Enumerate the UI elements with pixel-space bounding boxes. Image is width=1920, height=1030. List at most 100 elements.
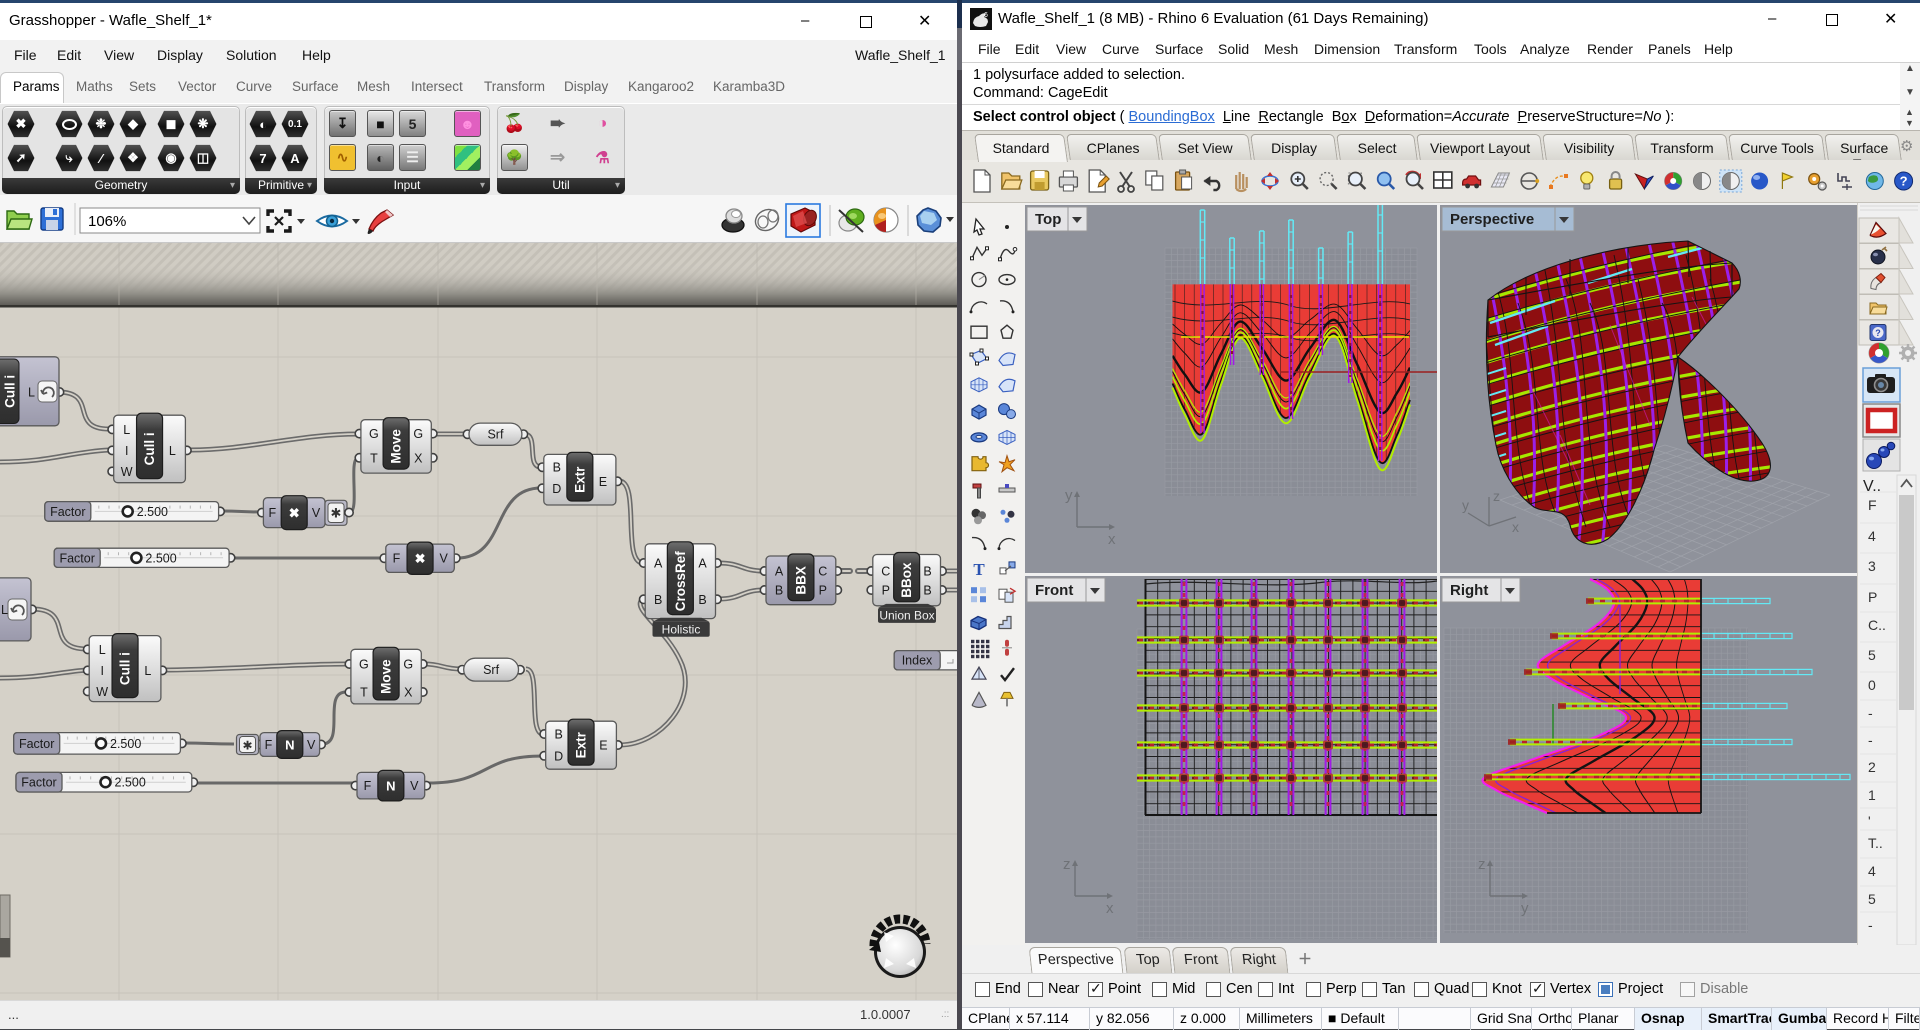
svg-text:Front: Front [1035,582,1073,599]
svg-text:Perspective: Perspective [1450,211,1534,228]
svg-text:W: W [121,465,133,479]
svg-text:Union Box: Union Box [879,609,934,623]
svg-text:I: I [125,444,128,458]
svg-text:N: N [386,779,395,794]
svg-text:B: B [923,584,931,598]
svg-text:L: L [28,386,35,400]
svg-text:G: G [403,658,413,672]
svg-text:A: A [775,565,784,579]
svg-text:2.500: 2.500 [145,551,176,565]
svg-text:2.500: 2.500 [110,737,141,751]
svg-text:L: L [169,444,176,458]
svg-text:B: B [555,728,563,742]
svg-text:F: F [364,779,372,793]
svg-text:N: N [285,738,294,753]
svg-text:-: - [1868,732,1873,748]
svg-text:L: L [123,423,130,437]
svg-text:✱: ✱ [242,739,252,753]
svg-text:Index: Index [902,654,933,668]
svg-text:T: T [370,451,378,465]
svg-text:✖: ✖ [415,551,426,566]
svg-text:0: 0 [1868,677,1876,693]
svg-text:T: T [973,560,985,579]
svg-text:I: I [100,664,103,678]
svg-text:P: P [882,584,890,598]
svg-text:5: 5 [1868,891,1876,907]
svg-text:Srf: Srf [483,663,500,677]
svg-text:z: z [1478,856,1486,873]
svg-text:F: F [268,506,276,520]
svg-text:Factor: Factor [21,776,56,790]
svg-text:G: G [413,427,423,441]
svg-text:x: x [1512,519,1519,535]
svg-text:3: 3 [1868,558,1876,574]
svg-text:V: V [440,552,449,566]
svg-text:2.500: 2.500 [137,505,168,519]
svg-text:V: V [307,738,316,752]
svg-text:✖: ✖ [289,506,300,521]
svg-text:X: X [404,686,413,700]
svg-text:A: A [654,557,663,571]
svg-text:G: G [369,427,379,441]
svg-text:Factor: Factor [50,505,85,519]
svg-text:BBX: BBX [793,566,808,595]
svg-text:-: - [1868,917,1873,933]
svg-text:Move: Move [389,429,404,464]
svg-text:Factor: Factor [19,737,54,751]
svg-text:y: y [1521,900,1529,917]
svg-text:E: E [599,475,607,489]
svg-text:x: x [1108,531,1116,548]
svg-text:Move: Move [379,659,394,694]
svg-text:E: E [599,739,607,753]
svg-text:6: 6 [984,12,988,19]
svg-text:Extr: Extr [572,466,587,493]
svg-text:B: B [923,565,931,579]
svg-text:z: z [1493,488,1500,504]
svg-text:B: B [553,461,561,475]
svg-text:C..: C.. [1868,617,1886,633]
svg-text:F: F [265,738,273,752]
svg-text:T: T [360,686,368,700]
svg-text:✱: ✱ [331,506,342,521]
svg-text:L: L [144,664,151,678]
svg-text:C: C [881,565,890,579]
svg-text:D: D [552,482,561,496]
svg-text:B: B [654,593,662,607]
svg-text:P: P [819,584,827,598]
svg-text:CrossRef: CrossRef [673,551,688,612]
svg-text:W: W [96,685,108,699]
svg-text:1: 1 [1868,787,1876,803]
svg-text:y: y [1462,497,1469,513]
svg-text:D: D [554,749,563,763]
svg-text:B: B [698,593,706,607]
svg-text:C: C [818,565,827,579]
svg-text:V: V [410,779,419,793]
svg-text:Cull i: Cull i [118,652,133,685]
svg-text:A: A [698,557,707,571]
svg-text:P: P [1868,589,1877,605]
svg-text:Cull i: Cull i [142,432,157,465]
svg-text:T..: T.. [1868,835,1883,851]
svg-text:Extr: Extr [574,731,589,758]
svg-text:4: 4 [1868,528,1876,544]
svg-text:Holistic: Holistic [662,623,701,637]
svg-text:B: B [775,584,783,598]
svg-text:F: F [1868,497,1877,513]
svg-text:Right: Right [1450,582,1488,599]
svg-text:-: - [1868,705,1873,721]
svg-text:?: ? [1900,174,1908,189]
svg-text:V: V [312,506,321,520]
svg-text:L: L [1,603,8,617]
svg-text:Top: Top [1035,211,1061,228]
svg-text:F: F [393,552,401,566]
svg-text:L: L [99,643,106,657]
svg-text:G: G [359,658,369,672]
svg-text:z: z [1063,856,1071,873]
svg-text:y: y [1065,487,1073,504]
svg-text:2: 2 [1868,759,1876,775]
svg-text:4: 4 [1868,863,1876,879]
svg-text:2.500: 2.500 [115,776,146,790]
svg-text:X: X [414,451,423,465]
svg-text:5: 5 [1868,647,1876,663]
svg-text:': ' [1868,813,1871,829]
